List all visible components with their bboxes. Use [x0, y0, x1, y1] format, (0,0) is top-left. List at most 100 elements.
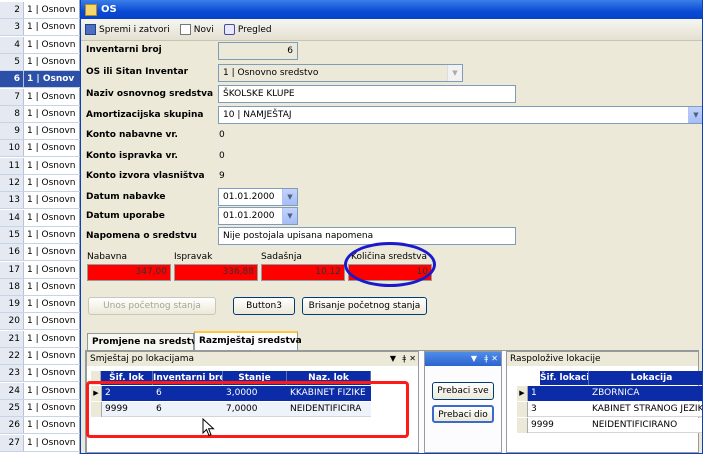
row-number: 23	[0, 365, 24, 382]
prebaci-dio-button[interactable]: Prebaci dio	[432, 405, 494, 423]
tab-promjene[interactable]: Promjene na sredstvu	[87, 333, 203, 351]
row-indicator	[517, 402, 528, 417]
pin-icon[interactable]: ǂ	[484, 352, 488, 366]
row-text: 1 | Osnovn	[27, 420, 76, 431]
chevron-down-icon[interactable]: ▼	[282, 208, 297, 224]
list-item[interactable]: 23 1 | Osnovn	[0, 365, 80, 383]
table-cell[interactable]: 3	[528, 402, 589, 417]
title-bar[interactable]: OS	[81, 0, 702, 19]
chevron-down-icon[interactable]: ▼	[688, 107, 702, 123]
row-number: 19	[0, 296, 24, 313]
list-item[interactable]: 11 1 | Osnovn	[0, 157, 80, 175]
list-item[interactable]: 20 1 | Osnovn	[0, 313, 80, 331]
list-item[interactable]: 22 1 | Osnovn	[0, 348, 80, 365]
row-number: 9	[0, 123, 24, 140]
label-konto-nabavne: Konto nabavne vr.	[86, 130, 178, 140]
list-item[interactable]: 12 1 | Osnovn	[0, 175, 80, 192]
blue-highlight-ellipse	[344, 242, 436, 287]
list-item[interactable]: 31 | Osnovn	[0, 19, 80, 37]
row-number: 7	[0, 88, 24, 105]
row-text: 1 | Osnovn	[27, 178, 76, 188]
list-item[interactable]: 15 1 | Osnovn	[0, 226, 80, 244]
chevron-down-icon[interactable]: ▼	[447, 65, 462, 81]
list-item[interactable]: 81 | Osnovn	[0, 105, 80, 123]
dropdown-icon[interactable]: ▼	[471, 352, 477, 366]
list-item[interactable]: 10 1 | Osnovn	[0, 140, 80, 158]
row-text: 1 | Osnovn	[27, 281, 76, 292]
row-number: 14	[0, 209, 24, 226]
close-icon[interactable]: ✕	[409, 352, 416, 366]
close-icon[interactable]: ✕	[491, 352, 498, 366]
inventarni-broj-field[interactable]: 6	[218, 42, 298, 60]
row-text: 1 | Osnovn	[27, 437, 76, 448]
ispravak-value[interactable]: 336,88	[174, 264, 258, 281]
button3[interactable]: Button3	[233, 297, 295, 315]
os-sitan-combo[interactable]: 1 | Osnovno sredstvo ▼	[218, 64, 463, 82]
row-text: 1 | Osnovn	[27, 385, 76, 396]
amortizacija-combo[interactable]: 10 | NAMJEŠTAJ ▼	[218, 106, 702, 124]
table-cell[interactable]: ZBORNICA	[589, 386, 702, 401]
list-item[interactable]: 21 | Osnovn	[0, 2, 80, 19]
app-icon	[85, 3, 97, 16]
datum-uporabe-picker[interactable]: 01.01.2000 ▼	[218, 207, 298, 225]
list-item[interactable]: 21 1 | Osnovn	[0, 330, 80, 348]
list-item[interactable]: 26 1 | Osnovn	[0, 417, 80, 435]
naziv-field[interactable]: ŠKOLSKE KLUPE	[218, 85, 516, 103]
background-record-list[interactable]: 21 | Osnovn 3 1 | Osnovn 4 1 | Osnovn 5 1 | Os…	[0, 0, 80, 454]
list-item[interactable]: 25 1 | Osnovn	[0, 399, 80, 417]
row-text: 1 | Osnovn	[27, 195, 76, 206]
list-item[interactable]: 13 1 | Osnovn	[0, 192, 80, 210]
row-text: 1 | Osnovn	[27, 126, 76, 137]
col-sif-lokacije[interactable]: Šif. lokacije	[540, 371, 589, 385]
list-item[interactable]: 17 1 | Osnovn	[0, 261, 80, 279]
unos-pocetnog-stanja-button[interactable]: Unos početnog stanja	[88, 297, 216, 315]
left-panel-header: Smještaj po lokacijama ▼ ǂ ✕	[87, 352, 418, 366]
list-item[interactable]: 61 | Osnov	[0, 71, 80, 89]
list-item[interactable]: 14 1 | Osnovn	[0, 209, 80, 227]
list-item[interactable]: 91 | Osnovn	[0, 123, 80, 141]
prebaci-sve-button[interactable]: Prebaci sve	[432, 382, 494, 400]
list-item[interactable]: 24 1 | Osnovn	[0, 382, 80, 400]
list-item[interactable]: 19 1 | Osnovn	[0, 296, 80, 314]
row-pointer-icon: ▶	[517, 386, 528, 401]
chevron-down-icon[interactable]: ▼	[282, 189, 297, 205]
label-sadasnja: Sadašnja	[261, 252, 302, 262]
row-number: 13	[0, 192, 24, 209]
list-item[interactable]: 71 | Osnovn	[0, 88, 80, 106]
save-close-button[interactable]: Spremi i zatvori	[85, 24, 170, 35]
row-number: 20	[0, 313, 24, 330]
label-konto-izvora: Konto izvora vlasništva	[86, 171, 205, 181]
sadasnja-value[interactable]: 10,12	[261, 264, 345, 281]
list-item[interactable]: 41 | Osnovn	[0, 36, 80, 54]
list-item[interactable]: 27 1 | Osnovn	[0, 434, 80, 452]
nabavna-value[interactable]: 347,00	[87, 264, 171, 281]
table-cell[interactable]: 9999	[528, 418, 589, 433]
row-number: 27	[0, 434, 24, 451]
col-lokacija[interactable]: Lokacija	[589, 371, 702, 385]
datum-nabavke-picker[interactable]: 01.01.2000 ▼	[218, 188, 298, 206]
label-datum-nabavke: Datum nabavke	[86, 192, 166, 202]
row-number: 3	[0, 19, 24, 36]
brisanje-pocetnog-stanja-button[interactable]: Brisanje početnog stanja	[302, 297, 427, 315]
label-inventarni-broj: Inventarni broj	[86, 45, 162, 55]
table-cell[interactable]: NEIDENTIFICIRANO	[589, 418, 702, 433]
table-cell[interactable]: 1	[528, 386, 589, 401]
label-ispravak: Ispravak	[174, 252, 213, 262]
pin-icon[interactable]: ǂ	[402, 352, 406, 366]
row-text: 1 | Osnov	[24, 71, 80, 88]
new-button[interactable]: Novi	[179, 24, 214, 35]
konto-ispravka-value: 0	[219, 151, 225, 161]
row-number: 11	[0, 157, 24, 174]
preview-button[interactable]: Pregled	[223, 24, 272, 35]
row-text: 1 | Osnovn	[27, 160, 76, 171]
tab-razmjestaj[interactable]: Razmještaj sredstva	[194, 331, 302, 351]
napomena-field[interactable]: Nije postojala upisana napomena	[218, 227, 516, 245]
list-item[interactable]: 16 1 | Osnovn	[0, 244, 80, 262]
row-text: 1 | Osnovn	[27, 247, 76, 258]
row-number: 12	[0, 175, 24, 191]
row-text: 1 | Osnovn	[27, 351, 76, 361]
list-item[interactable]: 51 | Osnovn	[0, 53, 80, 71]
table-cell[interactable]: KABINET STRANOG JEZIKA	[589, 402, 702, 417]
dropdown-icon[interactable]: ▼	[390, 352, 396, 366]
list-item[interactable]: 18 1 | Osnovn	[0, 278, 80, 296]
